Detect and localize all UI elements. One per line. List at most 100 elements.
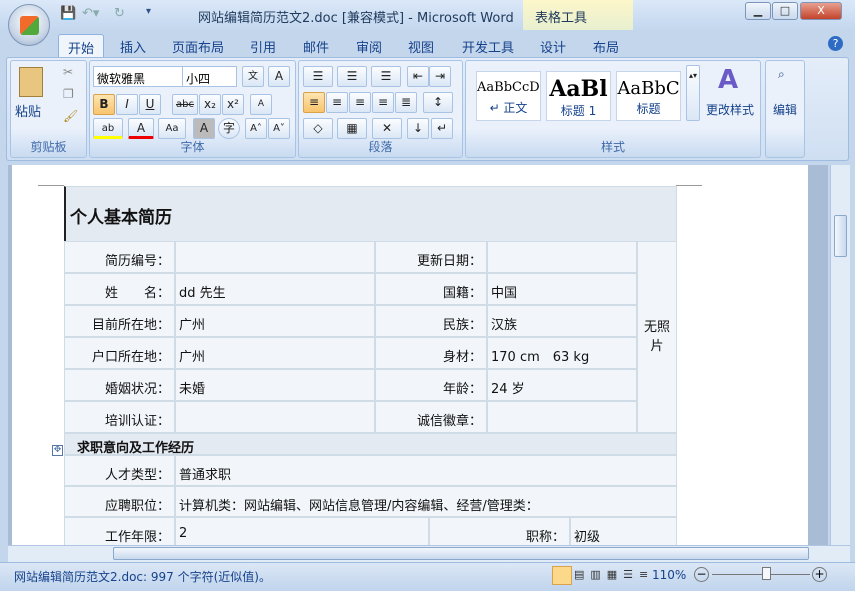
align-right-icon[interactable]: ≡	[349, 92, 371, 113]
field-label[interactable]: 人才类型：	[64, 455, 175, 486]
align-left-icon[interactable]: ≡	[303, 92, 325, 113]
horizontal-scrollbar[interactable]	[8, 545, 850, 562]
asian-layout-icon[interactable]: ✕	[372, 118, 402, 139]
field-value[interactable]: 初级	[570, 517, 677, 545]
zoom-slider-thumb[interactable]	[761, 567, 771, 580]
maximize-button[interactable]: □	[772, 2, 798, 20]
strikethrough-button[interactable]: abc	[172, 94, 198, 115]
clear-formatting-button[interactable]: A	[250, 94, 272, 115]
customize-qat-icon[interactable]: ▾	[146, 6, 151, 17]
tab-home[interactable]: 开始	[58, 34, 104, 58]
field-value[interactable]: 未婚	[175, 369, 375, 401]
field-label[interactable]: 工作年限：	[64, 517, 175, 545]
view-buttons[interactable]: ▤▥▦☰≡	[574, 568, 654, 581]
tab-design[interactable]: 设计	[530, 34, 576, 58]
subscript-button[interactable]: x₂	[199, 94, 221, 115]
copy-icon[interactable]: ❐	[63, 87, 74, 101]
field-label[interactable]: 培训认证：	[64, 401, 175, 433]
cut-icon[interactable]: ✂	[63, 65, 73, 79]
editing-group[interactable]: ⌕ 编辑	[765, 60, 805, 158]
field-value[interactable]: 汉族	[487, 305, 637, 337]
page[interactable]: 个人基本简历 简历编号： 更新日期： 姓 名： dd 先生 国籍： 中国 目前所在地： 广州 民族…	[12, 165, 808, 545]
field-label[interactable]: 简历编号：	[64, 241, 175, 273]
change-styles-button[interactable]: 更改样式	[706, 101, 754, 118]
tab-developer[interactable]: 开发工具	[455, 34, 521, 58]
tab-layout[interactable]: 布局	[583, 34, 629, 58]
field-value[interactable]: 2	[175, 517, 429, 545]
style-title[interactable]: AaBbC 标题	[616, 71, 681, 121]
field-label[interactable]: 身材：	[375, 337, 487, 369]
style-normal[interactable]: AaBbCcDc ↵ 正文	[476, 71, 541, 121]
sort-icon[interactable]: ↓	[407, 118, 429, 139]
borders-icon[interactable]: ▦	[337, 118, 367, 139]
justify-icon[interactable]: ≡	[372, 92, 394, 113]
photo-placeholder[interactable]: 无照 片	[637, 241, 677, 433]
field-value[interactable]	[175, 401, 375, 433]
font-name-select[interactable]: 微软雅黑	[93, 66, 183, 87]
help-icon[interactable]: ?	[828, 36, 843, 51]
minimize-button[interactable]: ▁	[745, 2, 771, 20]
field-value[interactable]: 广州	[175, 337, 375, 369]
redo-icon[interactable]: ↻	[114, 6, 125, 21]
font-color-button[interactable]: A	[128, 118, 154, 139]
numbering-icon[interactable]: ☰	[337, 66, 367, 87]
zoom-in-button[interactable]: +	[812, 567, 827, 582]
decrease-indent-icon[interactable]: ⇤	[407, 66, 429, 87]
field-value[interactable]: dd 先生	[175, 273, 375, 305]
field-value[interactable]: 170 cm 63 kg	[487, 337, 637, 369]
section-heading[interactable]: 求职意向及工作经历	[64, 433, 677, 456]
paste-button[interactable]: 粘贴	[15, 101, 41, 120]
field-value[interactable]: 计算机类：网站编辑、网站信息管理/内容编辑、经营/管理类：	[175, 486, 677, 517]
superscript-button[interactable]: x²	[222, 94, 244, 115]
field-label[interactable]: 婚姻状况：	[64, 369, 175, 401]
field-value[interactable]	[487, 401, 637, 433]
bold-button[interactable]: B	[93, 94, 115, 115]
shading-icon[interactable]: ◇	[303, 118, 333, 139]
font-size-select[interactable]: 小四	[182, 66, 237, 87]
field-value[interactable]	[487, 241, 637, 273]
vertical-scrollbar[interactable]	[830, 165, 850, 545]
office-button[interactable]	[8, 4, 50, 46]
increase-indent-icon[interactable]: ⇥	[429, 66, 451, 87]
multilevel-list-icon[interactable]: ☰	[371, 66, 401, 87]
field-label[interactable]: 姓 名：	[64, 273, 175, 305]
tab-references[interactable]: 引用	[240, 34, 286, 58]
bullets-icon[interactable]: ☰	[303, 66, 333, 87]
table-title[interactable]: 个人基本简历	[64, 186, 677, 242]
field-value[interactable]	[175, 241, 375, 273]
field-label[interactable]: 职称：	[429, 517, 570, 545]
tab-page-layout[interactable]: 页面布局	[165, 34, 231, 58]
character-shading-button[interactable]: A	[193, 118, 215, 139]
tab-view[interactable]: 视图	[398, 34, 444, 58]
tab-mailings[interactable]: 邮件	[293, 34, 339, 58]
field-label[interactable]: 更新日期：	[375, 241, 487, 273]
character-border-button[interactable]: A	[268, 66, 290, 87]
field-value[interactable]: 中国	[487, 273, 637, 305]
shrink-font-button[interactable]: A˅	[268, 118, 290, 139]
enclose-characters-button[interactable]: 字	[218, 118, 240, 139]
editing-button[interactable]: 编辑	[773, 101, 797, 118]
distributed-icon[interactable]: ≣	[395, 92, 417, 113]
underline-button[interactable]: U	[139, 94, 161, 115]
vertical-scroll-thumb[interactable]	[834, 215, 847, 257]
align-center-icon[interactable]: ≡	[326, 92, 348, 113]
field-label[interactable]: 应聘职位：	[64, 486, 175, 517]
field-label[interactable]: 户口所在地：	[64, 337, 175, 369]
field-label[interactable]: 诚信徽章：	[375, 401, 487, 433]
field-label[interactable]: 民族：	[375, 305, 487, 337]
field-value[interactable]: 普通求职	[175, 455, 677, 486]
format-painter-icon[interactable]: 🖌	[63, 109, 78, 123]
field-value[interactable]: 广州	[175, 305, 375, 337]
phonetic-guide-button[interactable]: 文	[242, 66, 264, 87]
italic-button[interactable]: I	[116, 94, 138, 115]
table-move-handle-icon[interactable]: ✥	[52, 445, 63, 456]
change-case-button[interactable]: Aa	[158, 118, 186, 139]
zoom-out-button[interactable]: −	[694, 567, 709, 582]
field-label[interactable]: 年龄：	[375, 369, 487, 401]
grow-font-button[interactable]: A˄	[245, 118, 267, 139]
show-marks-icon[interactable]: ↵	[431, 118, 453, 139]
save-icon[interactable]: 💾	[60, 6, 76, 21]
styles-scroll[interactable]: ▴▾	[686, 65, 700, 121]
field-label[interactable]: 国籍：	[375, 273, 487, 305]
tab-insert[interactable]: 插入	[110, 34, 156, 58]
